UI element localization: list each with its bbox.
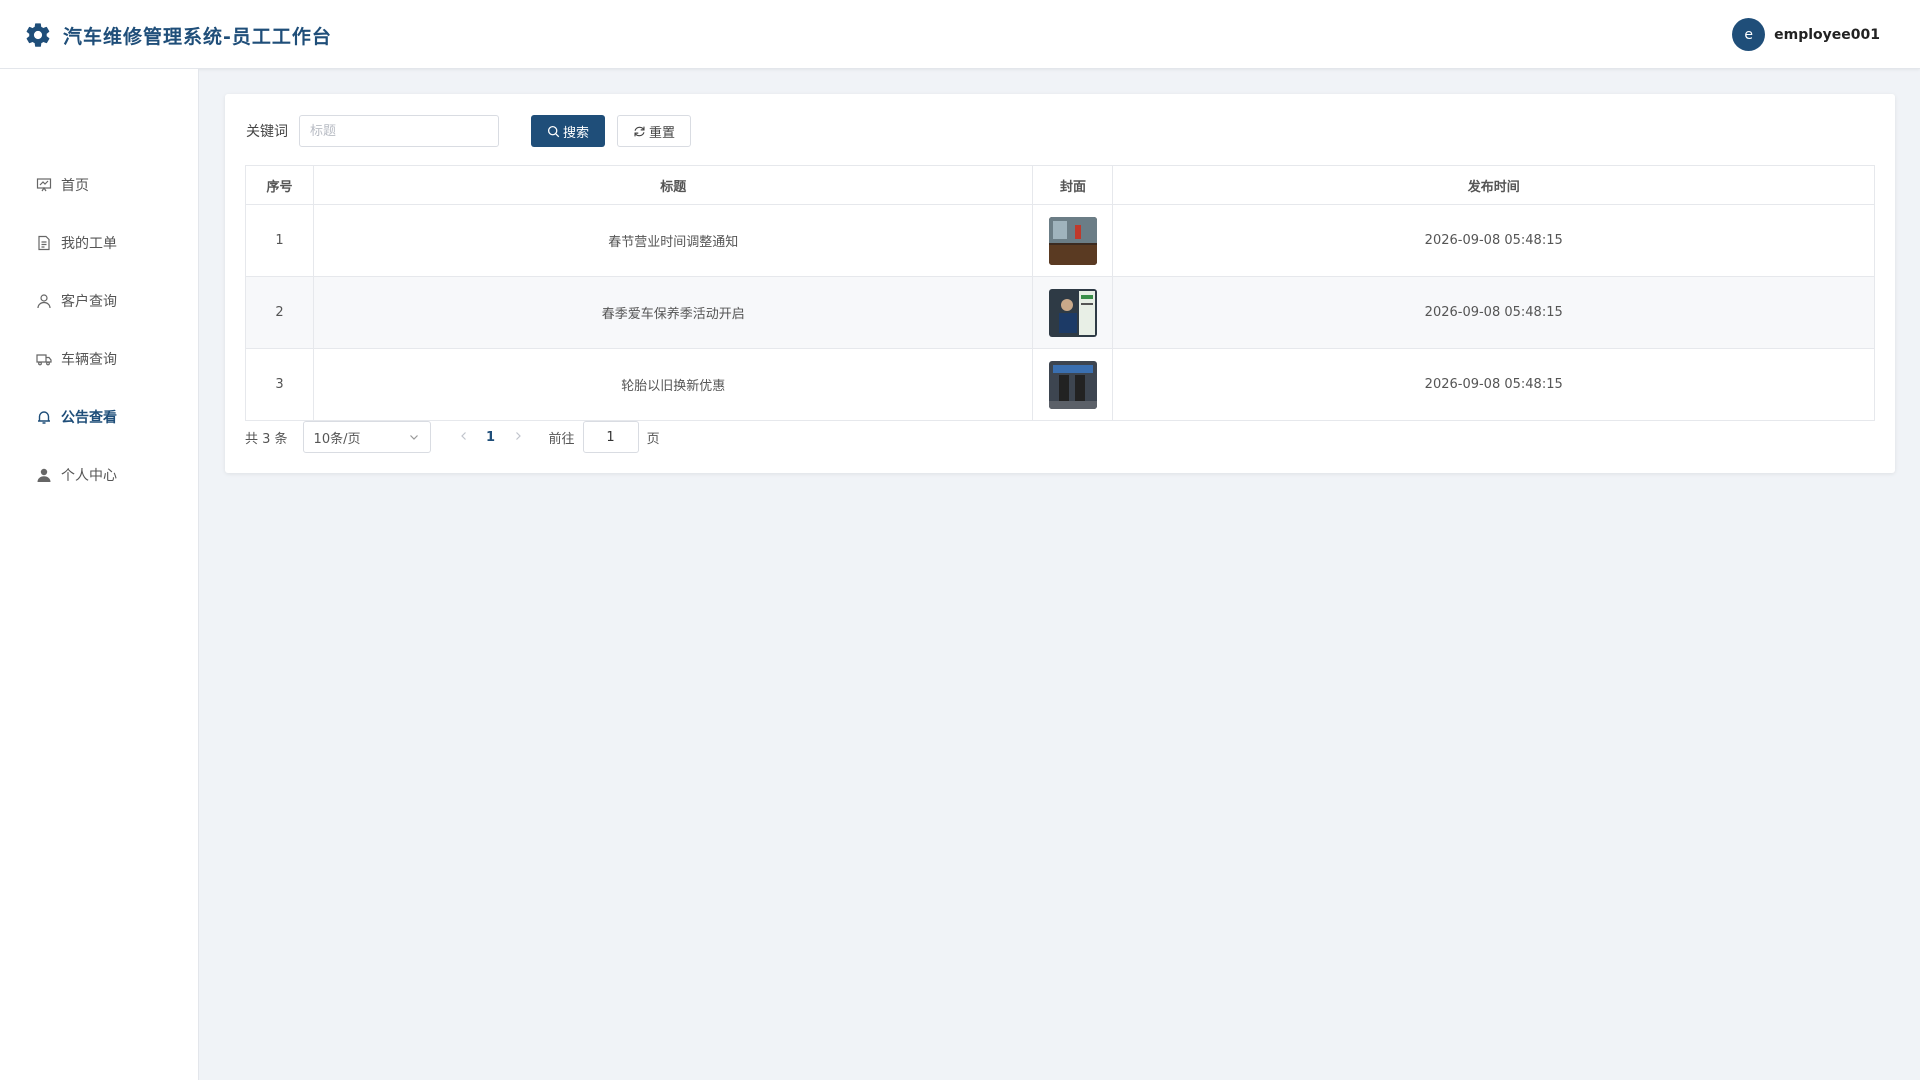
reset-button-label: 重置 (648, 125, 675, 141)
sidebar-item-label: 车辆查询 (61, 352, 117, 368)
pagination: 共 3 条 10条/页 1 前往 页 (245, 421, 660, 453)
goto-page-input[interactable] (582, 421, 639, 453)
page-unit-label: 页 (646, 431, 660, 447)
username[interactable]: employee001 (1774, 27, 1880, 43)
search-button-label: 搜索 (562, 125, 589, 141)
cell-title[interactable]: 春节营业时间调整通知 (312, 204, 1034, 277)
gear-icon (26, 23, 50, 47)
cell-cover (1032, 348, 1114, 421)
truck-icon (35, 350, 53, 368)
cell-title[interactable]: 轮胎以旧换新优惠 (312, 348, 1034, 421)
sidebar-item-my-orders[interactable]: 我的工单 (35, 231, 117, 255)
page-size-value: 10条/页 (313, 431, 361, 447)
sidebar-item-vehicle-query[interactable]: 车辆查询 (35, 347, 117, 371)
table-header-row: 序号 标题 封面 发布时间 (245, 165, 1875, 205)
goto-label: 前往 (548, 431, 575, 447)
column-header-cover[interactable]: 封面 (1032, 165, 1114, 205)
cover-image[interactable] (1048, 288, 1097, 337)
avatar[interactable]: e (1732, 18, 1766, 51)
user-icon (35, 292, 53, 310)
user-menu[interactable]: e employee001 (1732, 18, 1880, 51)
column-header-title[interactable]: 标题 (312, 165, 1034, 205)
cell-title[interactable]: 春季爱车保养季活动开启 (312, 276, 1034, 349)
sidebar-item-customer-query[interactable]: 客户查询 (35, 289, 117, 313)
refresh-icon (634, 126, 645, 136)
bell-icon (35, 408, 53, 426)
keyword-label: 关键词 (246, 124, 288, 140)
table-row[interactable]: 3 轮胎以旧换新优惠 2026-09-08 05:48:15 (245, 348, 1875, 421)
search-button[interactable]: 搜索 (531, 115, 605, 147)
announcement-table: 序号 标题 封面 发布时间 1 春节营业时间调整通知 2026-09-08 05… (245, 165, 1875, 421)
cover-image[interactable] (1048, 216, 1097, 265)
chevron-right-icon (515, 432, 521, 440)
sidebar-item-profile[interactable]: 个人中心 (35, 463, 117, 487)
cell-index: 2 (245, 276, 314, 349)
cell-cover (1032, 276, 1114, 349)
next-page-button[interactable] (507, 429, 529, 445)
sidebar-item-label: 我的工单 (61, 236, 117, 252)
sidebar: 首页 我的工单 客户查询 车辆查询 公告查看 个人中心 (0, 69, 199, 1080)
sidebar-item-announcements[interactable]: 公告查看 (35, 405, 117, 429)
column-header-publish-time[interactable]: 发布时间 (1112, 165, 1875, 205)
document-icon (35, 234, 53, 252)
page-number-current[interactable]: 1 (475, 430, 507, 445)
app-title: 汽车维修管理系统-员工工作台 (63, 26, 332, 48)
sidebar-item-label: 公告查看 (61, 410, 117, 426)
search-input[interactable] (299, 115, 499, 147)
sidebar-item-label: 客户查询 (61, 294, 117, 310)
cell-index: 3 (245, 348, 314, 421)
cell-cover (1032, 204, 1114, 277)
total-count: 共 3 条 (245, 431, 288, 447)
page-size-select[interactable]: 10条/页 (302, 421, 431, 453)
top-header: 汽车维修管理系统-员工工作台 e employee001 (0, 0, 1920, 69)
sidebar-item-home[interactable]: 首页 (35, 173, 89, 197)
cell-publish-time: 2026-09-08 05:48:15 (1112, 204, 1875, 277)
reset-button[interactable]: 重置 (617, 115, 691, 147)
chevron-left-icon (460, 432, 466, 440)
cell-index: 1 (245, 204, 314, 277)
dashboard-icon (35, 176, 53, 194)
cell-publish-time: 2026-09-08 05:48:15 (1112, 276, 1875, 349)
cover-image[interactable] (1048, 360, 1097, 409)
table-row[interactable]: 2 春季爱车保养季活动开启 2026-09-08 05:48:15 (245, 276, 1875, 349)
prev-page-button[interactable] (453, 429, 475, 445)
cell-publish-time: 2026-09-08 05:48:15 (1112, 348, 1875, 421)
chevron-down-icon (409, 435, 418, 440)
user-filled-icon (35, 466, 53, 484)
column-header-index[interactable]: 序号 (245, 165, 314, 205)
search-icon (547, 125, 560, 137)
sidebar-item-label: 首页 (61, 178, 89, 194)
sidebar-item-label: 个人中心 (61, 468, 117, 484)
table-row[interactable]: 1 春节营业时间调整通知 2026-09-08 05:48:15 (245, 204, 1875, 277)
